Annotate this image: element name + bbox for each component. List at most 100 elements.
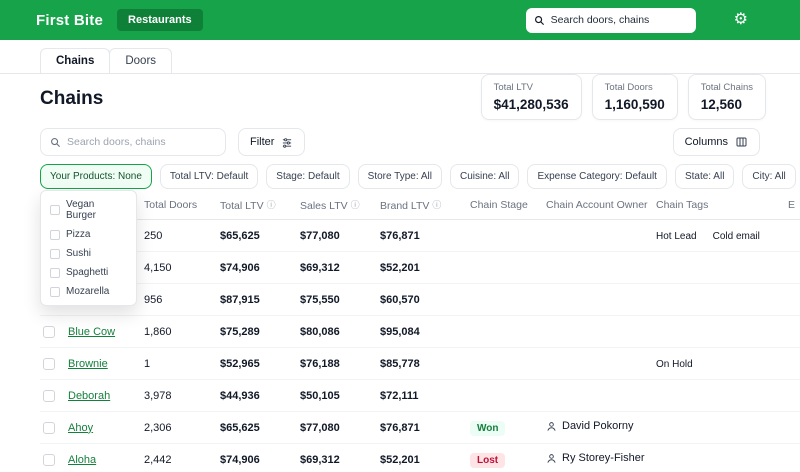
table-search-input[interactable] xyxy=(67,136,216,148)
truncated-cell xyxy=(788,252,800,284)
stat-label: Total LTV xyxy=(494,82,569,93)
chain-tag: Hot Lead xyxy=(656,231,697,242)
filter-chip[interactable]: Stage: Default xyxy=(266,164,349,189)
chain-stage-cell xyxy=(470,284,546,316)
checkbox[interactable] xyxy=(50,249,60,259)
column-header[interactable]: Chain Tags xyxy=(656,191,788,220)
brand-ltv-cell: $52,201 xyxy=(380,444,470,472)
column-label: Brand LTV xyxy=(380,200,429,212)
chain-stage-cell: Won xyxy=(470,412,546,444)
filter-chip[interactable]: City: All xyxy=(742,164,795,189)
stat-label: Total Doors xyxy=(605,82,665,93)
checkbox[interactable] xyxy=(50,287,60,297)
header-search-input[interactable] xyxy=(551,14,688,26)
column-label: Total Doors xyxy=(144,199,197,211)
chain-owner-cell xyxy=(546,284,656,316)
chains-table-wrap: Total DoorsTotal LTVⓘSales LTVⓘBrand LTV… xyxy=(40,191,800,472)
chain-tags-cell xyxy=(656,444,788,472)
search-icon xyxy=(534,15,545,26)
chain-tags-cell: On Hold xyxy=(656,348,788,380)
column-header[interactable]: Sales LTVⓘ xyxy=(300,191,380,220)
column-header[interactable]: Total Doors xyxy=(144,191,220,220)
row-checkbox[interactable] xyxy=(43,326,55,338)
chain-tags-cell xyxy=(656,412,788,444)
chain-stage-cell xyxy=(470,220,546,252)
dropdown-option[interactable]: Mozarella xyxy=(41,282,136,301)
chain-owner-cell xyxy=(546,348,656,380)
dropdown-option-label: Pizza xyxy=(66,229,90,240)
total-doors-cell: 4,150 xyxy=(144,252,220,284)
total-doors-cell: 1,860 xyxy=(144,316,220,348)
checkbox[interactable] xyxy=(50,268,60,278)
column-label: Chain Tags xyxy=(656,199,708,211)
column-header[interactable]: Total LTVⓘ xyxy=(220,191,300,220)
app-root: First Bite Restaurants ⚙ ChainsDoors Cha… xyxy=(0,0,800,472)
filter-chip[interactable]: Expense Category: Default xyxy=(527,164,667,189)
column-label: Total LTV xyxy=(220,200,264,212)
dropdown-option[interactable]: Sushi xyxy=(41,244,136,263)
filter-chip[interactable]: Your Products: None xyxy=(40,164,152,189)
columns-button[interactable]: Columns xyxy=(673,128,760,156)
owner-name: David Pokorny xyxy=(562,420,634,432)
total-doors-cell: 1 xyxy=(144,348,220,380)
chain-stage-cell xyxy=(470,252,546,284)
stat-value: $41,280,536 xyxy=(494,97,569,112)
chain-name-link[interactable]: Brownie xyxy=(68,358,108,370)
dropdown-option[interactable]: Spaghetti xyxy=(41,263,136,282)
column-header[interactable]: Brand LTVⓘ xyxy=(380,191,470,220)
products-dropdown: Vegan Burger Pizza SushiSpaghettiMozarella xyxy=(40,190,137,306)
column-header[interactable]: Chain Stage xyxy=(470,191,546,220)
filter-chip[interactable]: Total LTV: Default xyxy=(160,164,258,189)
column-header[interactable]: E xyxy=(788,191,800,220)
info-icon: ⓘ xyxy=(267,200,276,210)
filter-chip[interactable]: Store Type: All xyxy=(358,164,442,189)
gear-icon[interactable]: ⚙ xyxy=(734,12,748,28)
table-row: Ahoy2,306$65,625$77,080$76,871WonDavid P… xyxy=(40,412,800,444)
chain-owner-cell xyxy=(546,252,656,284)
stat-card: Total LTV $41,280,536 xyxy=(481,74,582,120)
dropdown-option[interactable]: Vegan Burger xyxy=(41,195,136,225)
header-search[interactable] xyxy=(526,8,696,33)
chain-name-link[interactable]: Deborah xyxy=(68,390,110,402)
chain-name-cell: Brownie xyxy=(68,348,144,380)
stage-badge: Won xyxy=(470,421,505,436)
brand-ltv-cell: $76,871 xyxy=(380,412,470,444)
filter-chip[interactable]: State: All xyxy=(675,164,734,189)
chain-stage-cell xyxy=(470,316,546,348)
table-search[interactable] xyxy=(40,128,226,156)
column-header[interactable]: Chain Account Owner xyxy=(546,191,656,220)
row-checkbox[interactable] xyxy=(43,358,55,370)
chain-name-link[interactable]: Blue Cow xyxy=(68,326,115,338)
total-doors-cell: 250 xyxy=(144,220,220,252)
row-checkbox[interactable] xyxy=(43,422,55,434)
person-icon xyxy=(546,453,557,464)
filter-button[interactable]: Filter xyxy=(238,128,305,156)
truncated-cell xyxy=(788,316,800,348)
tab-chains[interactable]: Chains xyxy=(40,48,110,73)
checkbox[interactable] xyxy=(50,205,60,215)
row-select-cell xyxy=(40,444,68,472)
row-checkbox[interactable] xyxy=(43,454,55,466)
stat-card: Total Doors1,160,590 xyxy=(592,74,678,120)
filter-chip[interactable]: Cuisine: All xyxy=(450,164,519,189)
table-body: 250$65,625$77,080$76,871Hot LeadCold ema… xyxy=(40,220,800,472)
owner: David Pokorny xyxy=(546,420,634,432)
nav-restaurants[interactable]: Restaurants xyxy=(117,9,203,31)
chain-name-link[interactable]: Aloha xyxy=(68,454,96,466)
checkbox[interactable] xyxy=(50,230,60,240)
stat-label: Total Chains xyxy=(701,82,753,93)
chain-name-link[interactable]: Ahoy xyxy=(68,422,93,434)
owner: Ry Storey-Fisher xyxy=(546,452,645,464)
column-label: E xyxy=(788,199,795,211)
row-select-cell xyxy=(40,380,68,412)
chain-owner-cell xyxy=(546,380,656,412)
dropdown-option[interactable]: Pizza xyxy=(41,225,136,244)
row-checkbox[interactable] xyxy=(43,390,55,402)
table-row: Brownie1$52,965$76,188$85,778On Hold xyxy=(40,348,800,380)
table-row: 250$65,625$77,080$76,871Hot LeadCold ema… xyxy=(40,220,800,252)
tab-doors[interactable]: Doors xyxy=(109,48,172,73)
total-doors-cell: 3,978 xyxy=(144,380,220,412)
stats-cards: Total LTV $41,280,536 Total Doors1,160,590… xyxy=(481,74,766,120)
sales-ltv-cell: $77,080 xyxy=(300,412,380,444)
info-icon: ⓘ xyxy=(432,200,441,210)
